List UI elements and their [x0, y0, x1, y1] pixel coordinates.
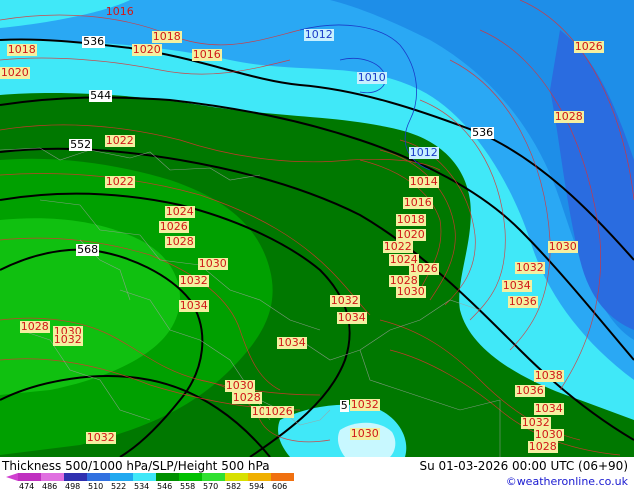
legend-swatch	[156, 473, 179, 481]
slp-isobar-label: 1038	[533, 369, 564, 382]
slp-isobar-label: 1026	[573, 40, 604, 53]
legend-swatch	[41, 473, 64, 481]
slp-isobar-label: 1028	[231, 391, 262, 404]
height-contour-label: 544	[89, 89, 113, 102]
slp-isobar-label: 1032	[514, 261, 545, 274]
slp-isobar-label: 1028	[164, 235, 195, 248]
legend-swatch	[225, 473, 248, 481]
slp-isobar-label: 1032	[178, 274, 209, 287]
slp-isobar-label: 1032	[85, 431, 116, 444]
legend-swatch	[133, 473, 156, 481]
slp-isobar-label: 1036	[507, 295, 538, 308]
slp-isobar-label: 1028	[527, 440, 558, 453]
slp-isobar-label: 1036	[514, 384, 545, 397]
slp-isobar-label: 1024	[164, 205, 195, 218]
legend-swatch	[271, 473, 294, 481]
slp-isobar-label: 1034	[276, 336, 307, 349]
slp-isobar-label: 1018	[151, 30, 182, 43]
slp-isobar-label: 1012	[303, 28, 334, 41]
slp-isobar-label: 1022	[104, 134, 135, 147]
slp-isobar-label: 1020	[131, 43, 162, 56]
map-title: Thickness 500/1000 hPa/SLP/Height 500 hP…	[2, 459, 270, 473]
legend-swatch	[179, 473, 202, 481]
legend-swatch	[202, 473, 225, 481]
slp-isobar-label: 1016	[191, 48, 222, 61]
slp-isobar-label: 1032	[329, 294, 360, 307]
slp-isobar-label: 1032	[52, 333, 83, 346]
slp-isobar-label: 1026	[158, 220, 189, 233]
slp-isobar-label: 1034	[501, 279, 532, 292]
slp-isobar-label: 1026	[263, 405, 294, 418]
slp-isobar-label: 1030	[349, 427, 380, 440]
slp-isobar-label: 1018	[6, 43, 37, 56]
slp-isobar-label: 1030	[547, 240, 578, 253]
height-contour-label: 536	[471, 126, 495, 139]
legend-swatch	[248, 473, 271, 481]
height-contour-label: 5	[339, 399, 349, 412]
slp-isobar-label: 1020	[0, 66, 30, 79]
slp-isobar-label: 1016	[105, 5, 134, 18]
legend-swatch	[64, 473, 87, 481]
slp-isobar-label: 1030	[395, 285, 426, 298]
credit-link[interactable]: ©weatheronline.co.uk	[506, 475, 628, 488]
slp-isobar-label: 1034	[178, 299, 209, 312]
slp-isobar-label: 1034	[336, 311, 367, 324]
height-contour-label: 536	[82, 35, 106, 48]
legend-swatch	[87, 473, 110, 481]
slp-isobar-label: 1028	[19, 320, 50, 333]
slp-isobar-label: 1012	[408, 146, 439, 159]
slp-isobar-label: 1022	[104, 175, 135, 188]
slp-isobar-label: 1014	[408, 175, 439, 188]
slp-isobar-label: 1022	[382, 240, 413, 253]
slp-isobar-label: 1030	[197, 257, 228, 270]
legend-swatch	[18, 473, 41, 481]
legend-swatch	[110, 473, 133, 481]
slp-isobar-label: 1016	[402, 196, 433, 209]
valid-time: Su 01-03-2026 00:00 UTC (06+90)	[419, 459, 628, 473]
slp-isobar-label: 1034	[533, 402, 564, 415]
map-footer: Thickness 500/1000 hPa/SLP/Height 500 hP…	[0, 457, 634, 491]
slp-isobar-label: 1010	[356, 71, 387, 84]
height-contour-label: 568	[76, 243, 100, 256]
legend-arrow-icon	[6, 473, 18, 481]
slp-isobar-label: 1032	[349, 398, 380, 411]
slp-isobar-label: 1028	[553, 110, 584, 123]
height-contour-label: 552	[69, 138, 93, 151]
slp-isobar-label: 1018	[395, 213, 426, 226]
color-legend	[18, 473, 294, 481]
